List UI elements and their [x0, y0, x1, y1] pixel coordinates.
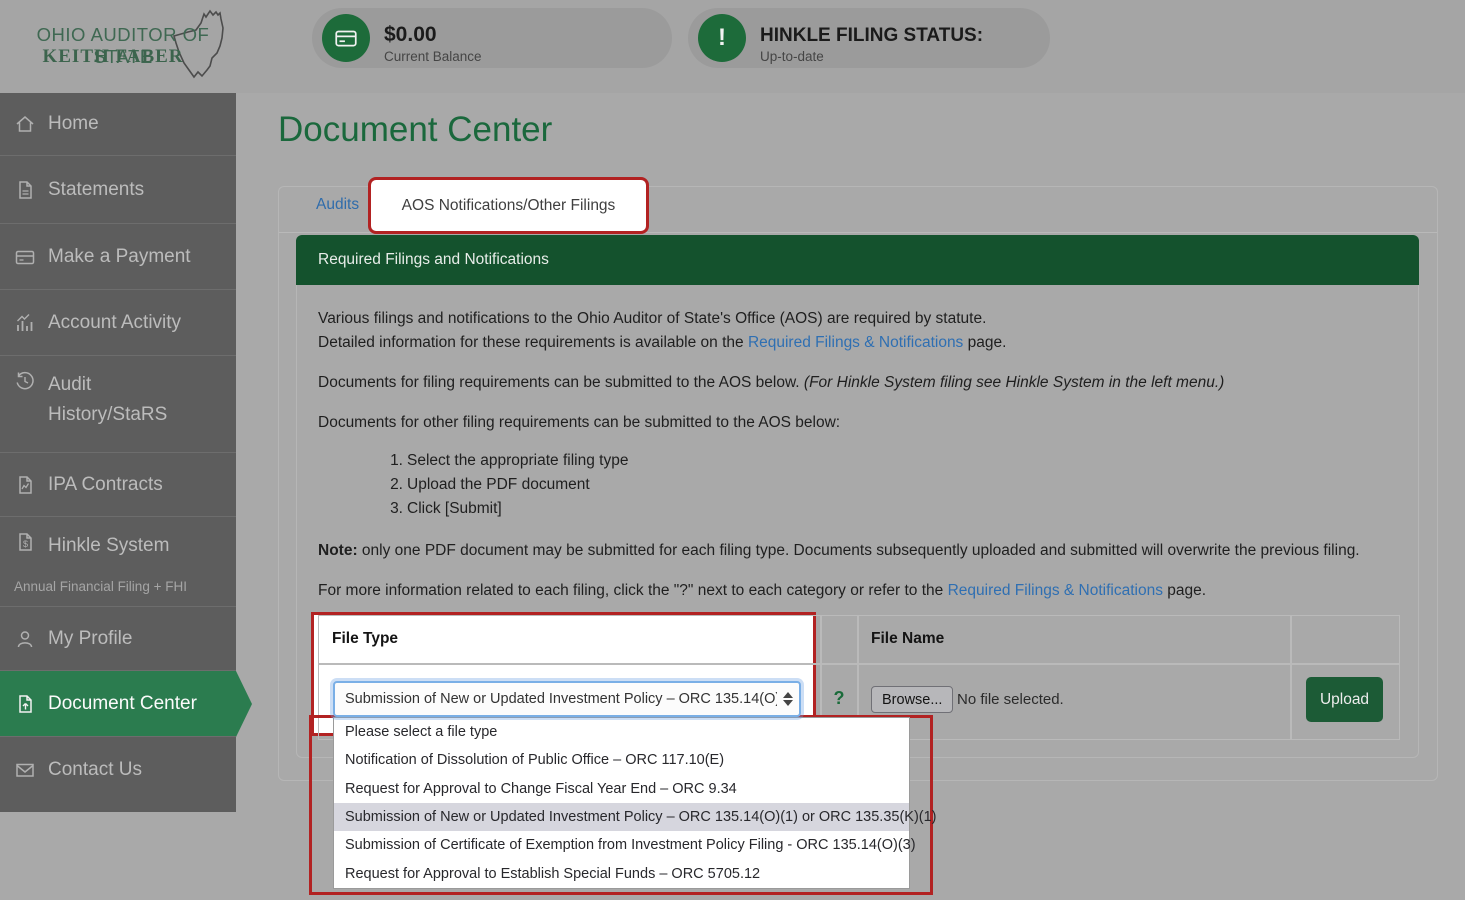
home-icon [14, 113, 36, 135]
sidebar-item-label: Make a Payment [48, 246, 191, 268]
sidebar-item-label: Contact Us [48, 759, 142, 781]
panel-header: Required Filings and Notifications [296, 235, 1419, 285]
select-updown-arrow-icon [777, 692, 799, 706]
sidebar-item-ipa-contracts[interactable]: IPA Contracts [0, 452, 236, 516]
sidebar-item-label: Hinkle System [48, 531, 169, 561]
balance-amount: $0.00 [384, 23, 437, 47]
upload-button[interactable]: Upload [1306, 677, 1383, 722]
sidebar-item-label: Account Activity [48, 312, 181, 334]
balance-label: Current Balance [384, 49, 482, 64]
payment-card-icon [14, 246, 36, 268]
paragraph-statute: Various filings and notifications to the… [318, 310, 986, 328]
document-upload-icon [14, 693, 36, 715]
tab-audits[interactable]: Audits [316, 196, 359, 214]
sidebar-item-contact-us[interactable]: Contact Us [0, 736, 236, 802]
required-filings-link-2[interactable]: Required Filings & Notifications [948, 582, 1163, 599]
exclamation-icon: ! [698, 14, 746, 62]
note-paragraph: Note: only one PDF document may be submi… [318, 542, 1360, 560]
sidebar-item-label: Home [48, 113, 99, 135]
page-title: Document Center [278, 110, 552, 150]
dropdown-option[interactable]: Notification of Dissolution of Public Of… [334, 746, 909, 774]
note-label: Note: [318, 542, 358, 559]
hinkle-status-badge: ! HINKLE FILING STATUS: Up-to-date [688, 8, 1050, 68]
contract-doc-icon [14, 474, 36, 496]
action-header-cell [1291, 615, 1400, 664]
sidebar-item-document-center[interactable]: Document Center [0, 670, 236, 736]
dropdown-option[interactable]: Request for Approval to Change Fiscal Ye… [334, 775, 909, 803]
step-1: 1.Select the appropriate filing type [360, 452, 628, 476]
help-header-cell [821, 615, 858, 664]
current-balance-badge: $0.00 Current Balance [312, 8, 672, 68]
sidebar-item-home[interactable]: Home [0, 93, 236, 155]
panel-header-title: Required Filings and Notifications [318, 251, 549, 269]
paragraph-filing-requirements: Documents for filing requirements can be… [318, 374, 1224, 392]
hinkle-status-value: Up-to-date [760, 49, 824, 64]
hinkle-status-title: HINKLE FILING STATUS: [760, 25, 983, 47]
history-icon [14, 370, 36, 392]
aos-logo: OHIO AUDITOR OF STATE KEITH FABER [10, 4, 240, 89]
browse-button[interactable]: Browse... [871, 686, 953, 713]
sidebar-item-label: IPA Contracts [48, 474, 163, 496]
top-header: OHIO AUDITOR OF STATE KEITH FABER $0.00 … [0, 0, 1465, 93]
sidebar-item-label: Statements [48, 179, 144, 201]
sidebar-item-audit-history-stars[interactable]: Audit History/StaRS [0, 355, 236, 452]
paragraph-other-filings: Documents for other filing requirements … [318, 414, 840, 432]
sidebar-item-make-a-payment[interactable]: Make a Payment [0, 223, 236, 289]
tab-aos-label: AOS Notifications/Other Filings [402, 197, 616, 215]
statements-icon [14, 179, 36, 201]
sidebar-item-account-activity[interactable]: Account Activity [0, 289, 236, 355]
file-type-select-value: Submission of New or Updated Investment … [335, 691, 777, 707]
envelope-icon [14, 759, 36, 781]
step-3: 3.Click [Submit] [360, 500, 628, 524]
no-file-selected-text: No file selected. [957, 691, 1064, 708]
paragraph-detailed-info: Detailed information for these requireme… [318, 334, 1006, 352]
filing-steps-list: 1.Select the appropriate filing type 2.U… [360, 452, 628, 524]
app-window: OHIO AUDITOR OF STATE KEITH FABER $0.00 … [0, 0, 1465, 900]
file-type-column-header: File Type [332, 630, 398, 648]
file-type-dropdown-list: Please select a file type Notification o… [333, 717, 910, 889]
more-info-paragraph: For more information related to each fil… [318, 582, 1206, 600]
sidebar-item-hinkle-system[interactable]: $ Hinkle System Annual Financial Filing … [0, 516, 236, 606]
file-name-column-header: File Name [871, 630, 944, 648]
file-type-select[interactable]: Submission of New or Updated Investment … [333, 681, 801, 717]
hinkle-note-italic: (For Hinkle System filing see Hinkle Sys… [804, 374, 1224, 391]
activity-chart-icon [14, 312, 36, 334]
dropdown-option-highlighted[interactable]: Submission of New or Updated Investment … [334, 803, 909, 831]
logo-text-line2: KEITH FABER [18, 46, 208, 68]
dropdown-option[interactable]: Request for Approval to Establish Specia… [334, 860, 909, 888]
sidebar-item-sublabel: Annual Financial Filing + FHI [14, 579, 187, 594]
sidebar-item-statements[interactable]: Statements [0, 155, 236, 223]
dropdown-option[interactable]: Please select a file type [334, 718, 909, 746]
person-icon [14, 628, 36, 650]
dollar-doc-icon: $ [14, 531, 36, 553]
sidebar-item-label: Audit History/StaRS [48, 370, 198, 430]
required-filings-link[interactable]: Required Filings & Notifications [748, 334, 963, 351]
tab-aos-notifications-highlighted[interactable]: AOS Notifications/Other Filings [368, 177, 649, 234]
sidebar-item-my-profile[interactable]: My Profile [0, 606, 236, 670]
step-2: 2.Upload the PDF document [360, 476, 628, 500]
sidebar-item-label: My Profile [48, 628, 132, 650]
credit-card-icon [322, 14, 370, 62]
dropdown-option[interactable]: Submission of Certificate of Exemption f… [334, 831, 909, 859]
sidebar-nav: Home Statements Make a Payment Account A… [0, 93, 236, 812]
sidebar-item-label: Document Center [48, 693, 197, 715]
svg-text:$: $ [23, 539, 28, 549]
help-question-icon[interactable]: ? [824, 688, 854, 709]
